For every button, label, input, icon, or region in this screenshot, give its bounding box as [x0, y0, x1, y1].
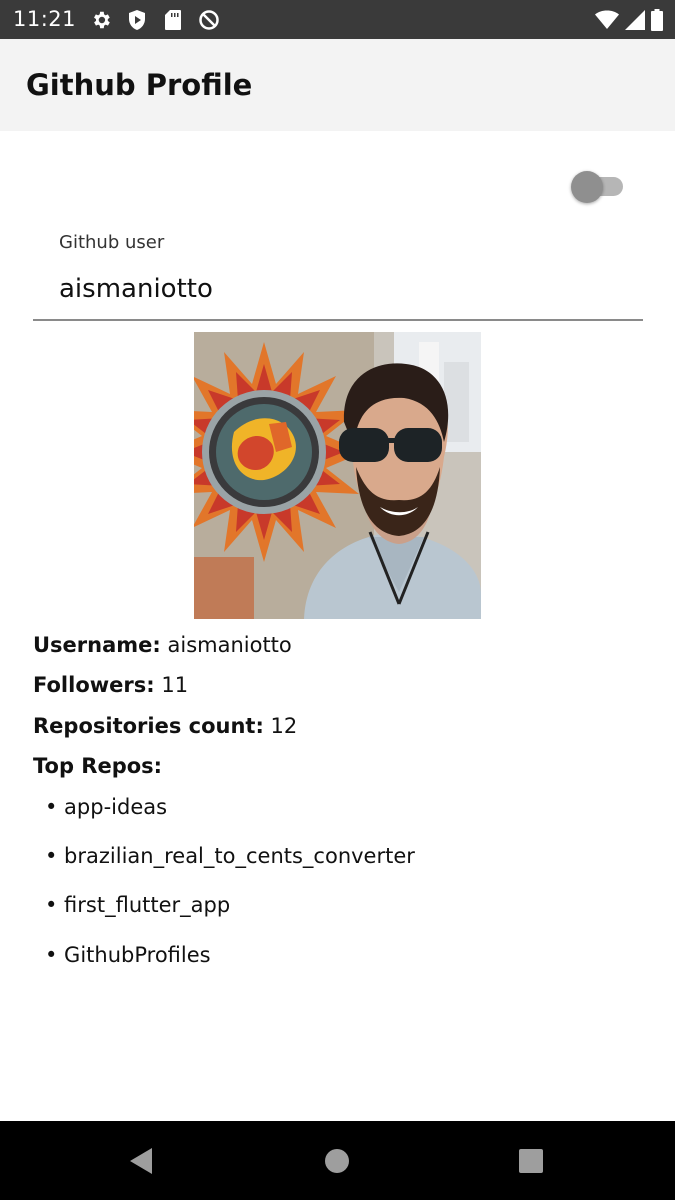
username-row: Username: aismaniotto [33, 633, 292, 657]
app-bar: Github Profile [0, 39, 675, 131]
repo-item[interactable]: • first_flutter_app [45, 893, 230, 917]
wifi-icon [595, 10, 619, 30]
profile-photo [194, 332, 481, 619]
github-user-input[interactable] [59, 269, 629, 309]
top-repos-heading: Top Repos: [33, 754, 162, 778]
nav-bar [0, 1121, 675, 1200]
repos-count-value: 12 [270, 714, 298, 738]
github-user-field: Github user [33, 225, 643, 321]
followers-label: Followers: [33, 673, 155, 697]
github-user-label: Github user [59, 232, 165, 253]
back-button[interactable] [118, 1121, 164, 1200]
username-value: aismaniotto [167, 633, 292, 657]
theme-toggle-switch[interactable] [571, 171, 624, 203]
shield-icon [124, 7, 150, 32]
followers-row: Followers: 11 [33, 673, 188, 697]
back-icon [130, 1147, 152, 1174]
repos-count-label: Repositories count: [33, 714, 264, 738]
followers-value: 11 [161, 673, 189, 697]
settings-icon [88, 7, 114, 32]
top-repos-label: Top Repos: [33, 754, 163, 778]
repo-item[interactable]: • app-ideas [45, 795, 167, 819]
status-time: 11:21 [13, 7, 77, 31]
repos-count-row: Repositories count: 12 [33, 714, 297, 738]
recents-icon [519, 1148, 543, 1173]
battery-icon [651, 8, 663, 31]
page-title: Github Profile [26, 68, 253, 102]
status-bar: 11:21 [0, 0, 675, 39]
sd-card-icon [160, 7, 186, 32]
repo-item[interactable]: • GithubProfiles [45, 943, 211, 967]
home-button[interactable] [314, 1121, 360, 1200]
recents-button[interactable] [508, 1121, 554, 1200]
avatar [194, 332, 481, 619]
toggle-thumb [571, 171, 603, 203]
home-icon [325, 1148, 349, 1173]
cell-signal-icon [625, 9, 645, 30]
no-sync-icon [196, 7, 222, 32]
status-icons-left [88, 7, 232, 32]
username-label: Username: [33, 633, 161, 657]
repo-item[interactable]: • brazilian_real_to_cents_converter [45, 844, 415, 868]
field-underline [33, 319, 643, 321]
status-icons-right [589, 7, 663, 32]
